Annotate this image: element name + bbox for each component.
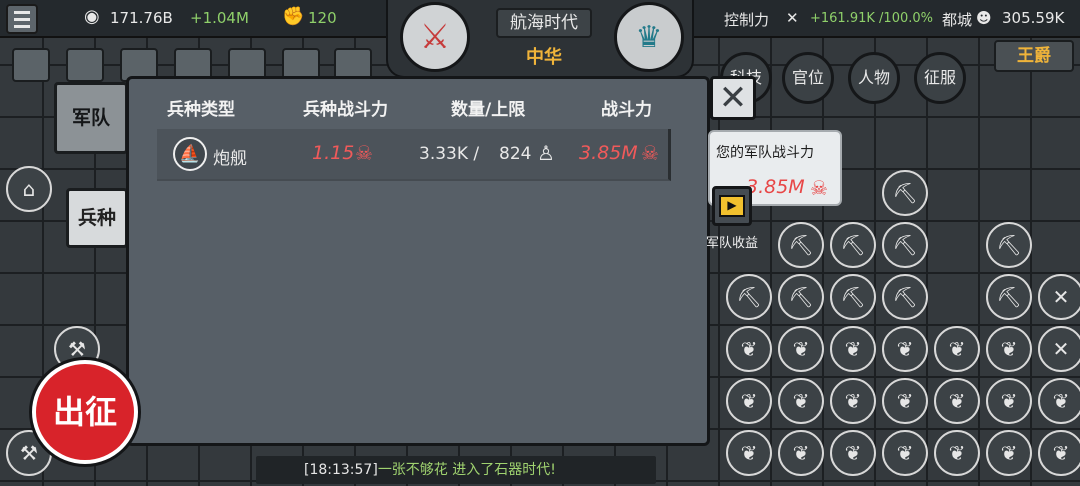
tile-icon[interactable]: ✕ [1038, 326, 1080, 372]
tab-unit-type[interactable]: 兵种 [66, 188, 128, 248]
tool-button[interactable] [12, 48, 50, 82]
tile-icon[interactable]: ❦ [934, 326, 980, 372]
tooltip-label: 您的军队战斗力 [716, 145, 814, 161]
tile-icon[interactable]: ✕ [1038, 274, 1080, 320]
tile-icon[interactable]: ❦ [726, 430, 772, 476]
tile-icon[interactable]: ❦ [882, 378, 928, 424]
population-value: 305.59K [1002, 9, 1065, 27]
skull-icon: ☠ [810, 176, 828, 200]
tile-icon[interactable]: ❦ [778, 326, 824, 372]
tile-icon[interactable]: ❦ [778, 378, 824, 424]
skull-icon: ☠ [641, 141, 659, 165]
tile-icon[interactable]: ⛏ [778, 222, 824, 268]
tile-icon[interactable]: ⛏ [830, 222, 876, 268]
tile-icon[interactable]: ❦ [778, 430, 824, 476]
tile-icon[interactable]: ⌂ [6, 166, 52, 212]
table-row[interactable]: ⛵ 炮舰 1.15 ☠ 3.33K / 824 ♙ 3.85M ☠ [157, 129, 671, 181]
tile-icon[interactable]: ❦ [934, 378, 980, 424]
ship-icon: ⛵ [173, 137, 207, 171]
event-log[interactable]: [18:13:57]一张不够花 进入了石器时代! [256, 456, 656, 484]
tile-icon[interactable]: ❦ [726, 326, 772, 372]
tile-icon[interactable]: ⛏ [882, 170, 928, 216]
menu-conquer[interactable]: 征服 [914, 52, 966, 104]
header-unit-power: 兵种战斗力 [303, 100, 388, 120]
tile-icon[interactable]: ⛏ [726, 274, 772, 320]
war-emblem[interactable]: ⚔ [400, 2, 470, 72]
capital-label: 都城 [942, 11, 973, 29]
log-message: 一张不够花 进入了石器时代! [377, 462, 556, 478]
control-label: 控制力 [724, 11, 770, 29]
tile-icon[interactable]: ❦ [830, 378, 876, 424]
strength-icon: ✊ [282, 6, 305, 27]
rank-button[interactable]: 王爵 [994, 40, 1074, 72]
tab-army[interactable]: 军队 [54, 82, 128, 154]
skull-icon: ☠ [355, 141, 373, 165]
control-value: +161.91K /100.0% [810, 11, 933, 26]
coins-icon: ◉ [84, 6, 100, 27]
tile-icon[interactable]: ❦ [882, 430, 928, 476]
unit-limit: 824 [499, 144, 532, 164]
tile-icon[interactable]: ❦ [830, 326, 876, 372]
crossed-swords-icon: ⚔ [419, 17, 451, 57]
tile-icon[interactable]: ⛏ [882, 222, 928, 268]
menu-rank[interactable]: 官位 [782, 52, 834, 104]
tile-icon[interactable]: ❦ [934, 430, 980, 476]
march-button[interactable]: 出征 [32, 360, 138, 464]
tile-icon[interactable]: ❦ [986, 430, 1032, 476]
era-label: 航海时代 [496, 8, 592, 38]
header-total-power: 战斗力 [601, 100, 652, 120]
unit-name: 炮舰 [213, 149, 247, 169]
center-banner: ⚔ ♛ 航海时代 中华 [386, 0, 694, 78]
pause-button[interactable] [66, 48, 104, 82]
crown-emblem[interactable]: ♛ [614, 2, 684, 72]
gold-rate: +1.04M [190, 9, 249, 27]
tile-icon[interactable]: ⛏ [830, 274, 876, 320]
people-icon: ☻ [976, 9, 992, 27]
swords-icon: ✕ [786, 9, 799, 27]
tooltip-value: 3.85M [746, 176, 805, 198]
tile-icon[interactable]: ⛏ [986, 274, 1032, 320]
tile-icon[interactable]: ⛏ [882, 274, 928, 320]
header-unit-type: 兵种类型 [167, 100, 235, 120]
unit-count: 3.33K / [419, 144, 480, 164]
menu-people[interactable]: 人物 [848, 52, 900, 104]
tile-icon[interactable]: ⛏ [986, 222, 1032, 268]
tile-icon[interactable]: ❦ [830, 430, 876, 476]
army-panel: 兵种类型 兵种战斗力 数量/上限 战斗力 ⛵ 炮舰 1.15 ☠ 3.33K /… [126, 76, 710, 446]
gold-value: 171.76B [110, 9, 173, 27]
strength-value: 120 [308, 9, 337, 27]
tile-icon[interactable]: ❦ [726, 378, 772, 424]
close-button[interactable]: ✕ [710, 76, 756, 120]
tile-icon[interactable]: ❦ [882, 326, 928, 372]
army-income-label: 军队收益 [706, 236, 759, 251]
tile-icon[interactable]: ❦ [1038, 430, 1080, 476]
tile-icon[interactable]: ⛏ [778, 274, 824, 320]
tile-icon[interactable]: ❦ [986, 326, 1032, 372]
crown-icon: ♛ [635, 19, 663, 55]
nation-label: 中华 [496, 44, 592, 72]
menu-button[interactable] [6, 4, 38, 34]
header-count-limit: 数量/上限 [451, 100, 526, 120]
tile-icon[interactable]: ❦ [986, 378, 1032, 424]
unit-total-power: 3.85M [579, 142, 638, 164]
close-icon: ✕ [718, 78, 748, 118]
unit-power: 1.15 [312, 142, 355, 164]
tile-icon[interactable]: ❦ [1038, 378, 1080, 424]
video-icon: ▶ [719, 195, 745, 217]
person-icon: ♙ [537, 141, 555, 165]
log-timestamp: [18:13:57] [304, 462, 378, 478]
army-income-button[interactable]: ▶ [712, 186, 752, 226]
